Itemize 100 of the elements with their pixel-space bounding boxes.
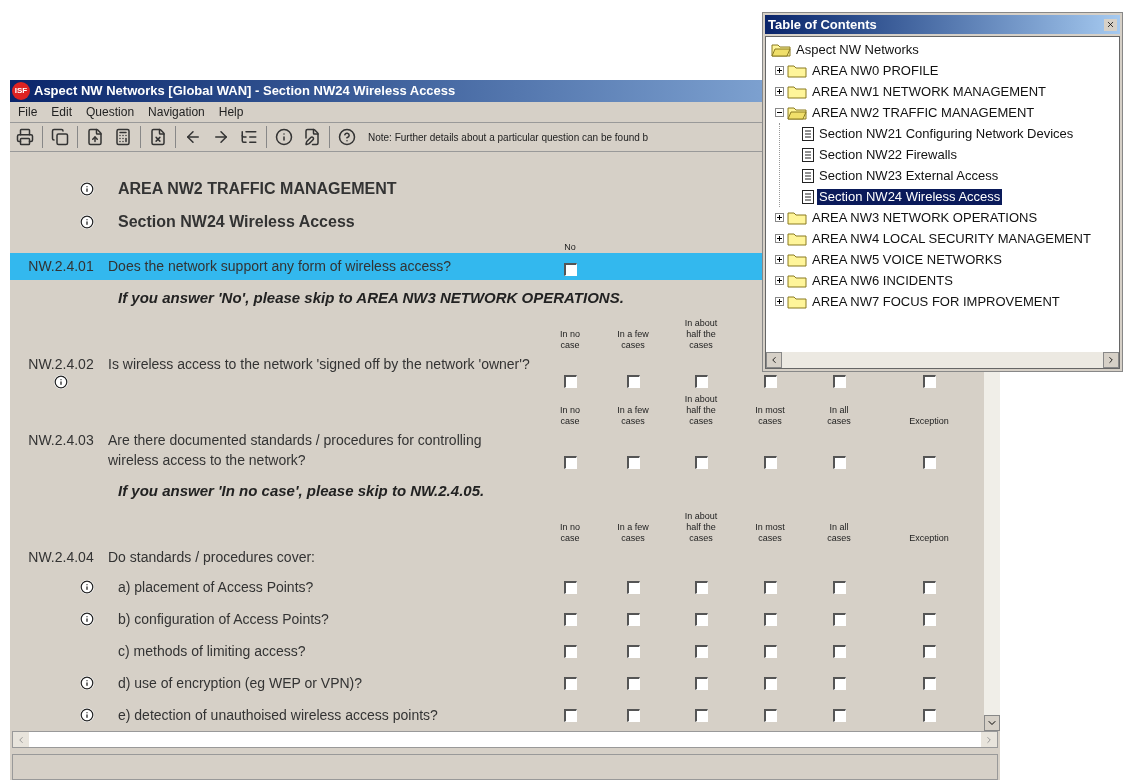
tree-item[interactable]: AREA NW4 LOCAL SECURITY MANAGEMENT [810,230,1093,247]
expand-icon[interactable] [775,276,784,285]
checkbox[interactable] [694,676,708,690]
expand-icon[interactable] [775,66,784,75]
question-text: Do standards / procedures cover: [107,548,316,567]
checkbox[interactable] [763,676,777,690]
question-row[interactable]: NW.2.4.04 Do standards / procedures cover: [10,544,984,571]
expand-icon[interactable] [775,87,784,96]
info-icon[interactable] [80,214,94,229]
checkbox[interactable] [694,375,708,388]
info-icon[interactable] [80,708,94,722]
tree-item[interactable]: AREA NW3 NETWORK OPERATIONS [810,209,1040,226]
scroll-down-button[interactable] [984,715,1000,731]
checkbox[interactable] [626,375,640,388]
question-row[interactable]: NW.2.4.03 Are there documented standards / procedures for controlling wireless access to the network? [10,427,984,473]
column-header: In a few cases [616,405,650,427]
tree-item[interactable]: AREA NW2 TRAFFIC MANAGEMENT [810,104,1037,121]
menu-item[interactable]: Question [86,103,135,121]
checkbox[interactable] [922,676,936,690]
checkbox[interactable] [626,456,640,469]
checkbox[interactable] [694,644,708,658]
checkbox[interactable] [563,456,577,469]
info-icon[interactable] [80,181,94,196]
checkbox[interactable] [763,456,777,469]
checkbox[interactable] [626,644,640,658]
checkbox[interactable] [832,456,846,469]
info-icon[interactable] [80,612,94,626]
checkbox[interactable] [563,708,577,722]
tree-item[interactable]: AREA NW7 FOCUS FOR IMPROVEMENT [810,293,1062,310]
checkbox[interactable] [763,644,777,658]
column-header: In a few cases [616,522,650,544]
checkbox[interactable] [563,580,577,594]
checkbox[interactable] [832,612,846,626]
checkbox[interactable] [563,263,577,276]
menu-item[interactable]: Navigation [148,103,205,121]
tree-item[interactable]: Section NW21 Configuring Network Devices [817,125,1076,142]
info-icon[interactable] [54,375,68,389]
checkbox[interactable] [922,612,936,626]
sub-question-text: a) placement of Access Points? [117,577,315,597]
copy-icon[interactable] [49,126,71,148]
column-header: In all cases [826,522,852,544]
expand-icon[interactable] [775,213,784,222]
checkbox[interactable] [563,676,577,690]
checkbox[interactable] [922,580,936,594]
checkbox[interactable] [922,708,936,722]
close-button[interactable] [1104,18,1117,31]
close-icon [1106,20,1115,29]
checkbox[interactable] [922,456,936,469]
question-number: NW.2.4.03 [28,431,94,450]
checkbox[interactable] [626,612,640,626]
checkbox[interactable] [922,644,936,658]
checkbox[interactable] [832,375,846,388]
skip-note: If you answer 'In no case', please skip to NW.2.4.05. [118,482,485,499]
checkbox[interactable] [832,708,846,722]
collapse-icon[interactable] [775,108,784,117]
checkbox[interactable] [763,375,777,388]
tree-item[interactable]: AREA NW0 PROFILE [810,62,941,79]
horizontal-scrollbar[interactable] [766,352,1119,368]
scroll-left-button[interactable] [766,352,782,368]
checkbox[interactable] [694,708,708,722]
checkbox[interactable] [694,456,708,469]
tree-item[interactable]: Section NW23 External Access [817,167,1001,184]
sub-question-text: d) use of encryption (eg WEP or VPN)? [117,673,364,693]
help-icon[interactable] [336,126,358,148]
checkbox[interactable] [763,580,777,594]
menu-item[interactable]: Edit [51,103,73,121]
expand-icon[interactable] [775,234,784,243]
checkbox[interactable] [694,580,708,594]
skip-note: If you answer 'No', please skip to AREA NW3 NETWORK OPERATIONS. [118,289,624,306]
info-icon[interactable] [80,676,94,690]
checkbox[interactable] [832,676,846,690]
checkbox[interactable] [922,375,936,388]
info-icon[interactable] [80,580,94,594]
checkbox[interactable] [763,708,777,722]
question-number: NW.2.4.04 [28,548,94,567]
checkbox[interactable] [563,644,577,658]
checkbox[interactable] [563,375,577,388]
printer-icon[interactable] [14,126,36,148]
menu-item[interactable]: Help [218,103,244,121]
question-row[interactable]: NW.2.4.02 Is wireless access to the network 'signed off by the network 'owner'? [10,351,984,392]
tree-item[interactable]: Section NW22 Firewalls [817,146,959,163]
column-header: In most cases [754,522,786,544]
column-header: In about half the cases [683,511,719,544]
tree-item[interactable]: Section NW24 Wireless Access [817,188,1003,205]
checkbox[interactable] [832,644,846,658]
tree-item[interactable]: Aspect NW Networks [794,41,921,58]
checkbox[interactable] [694,612,708,626]
checkbox[interactable] [832,580,846,594]
tree-item[interactable]: AREA NW1 NETWORK MANAGEMENT [810,83,1049,100]
info-icon[interactable] [273,126,295,148]
checkbox[interactable] [563,612,577,626]
checkbox[interactable] [626,708,640,722]
expand-icon[interactable] [775,297,784,306]
checkbox[interactable] [763,612,777,626]
checkbox[interactable] [626,580,640,594]
checkbox[interactable] [626,676,640,690]
question-number: NW.2.4.02 [28,355,94,374]
folder-icon [787,231,807,246]
expand-icon[interactable] [775,255,784,264]
menu-item[interactable]: File [18,103,38,121]
